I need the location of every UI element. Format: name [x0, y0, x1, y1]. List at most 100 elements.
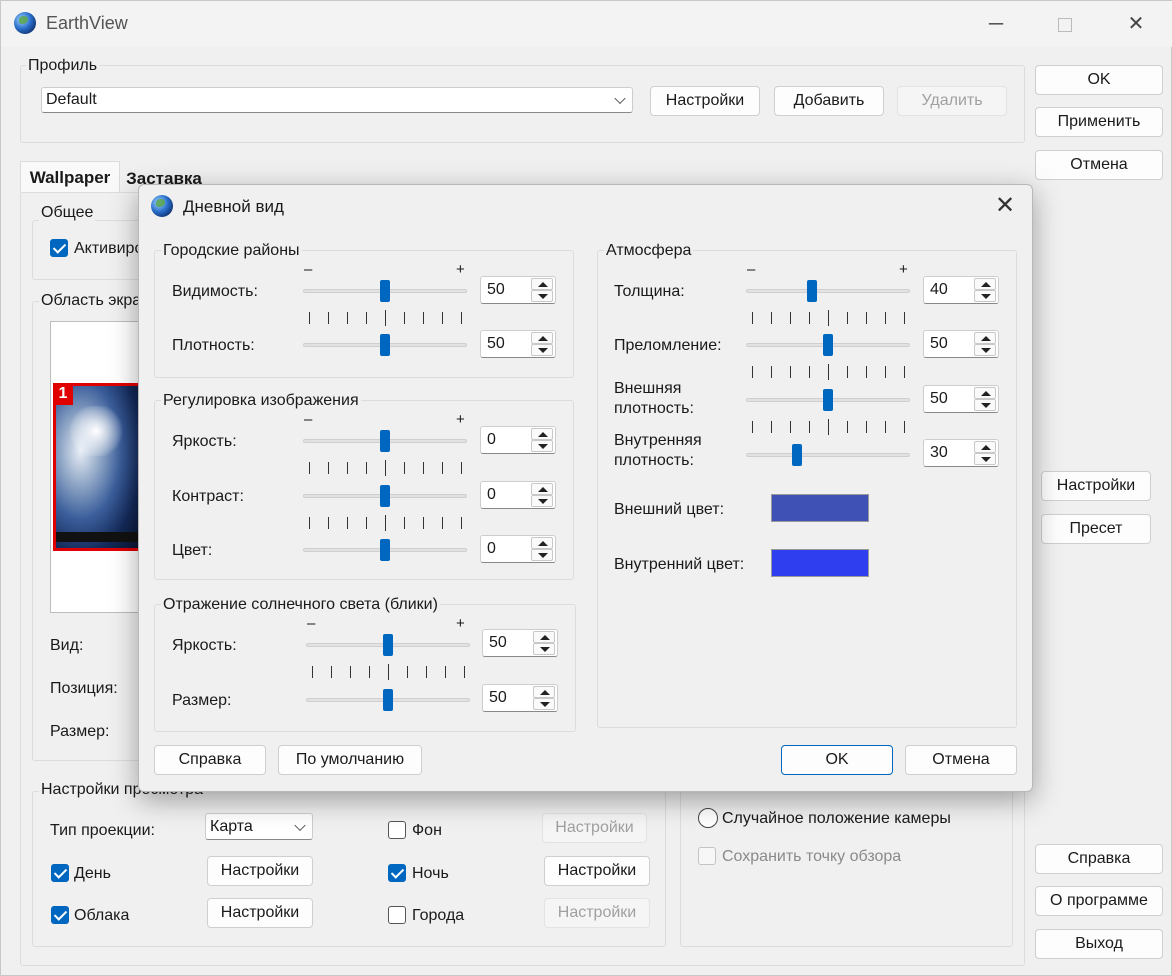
brightness-ticks	[303, 460, 467, 476]
maximize-icon[interactable]	[1042, 9, 1088, 39]
visibility-spinbox[interactable]: 50	[480, 276, 556, 304]
spin-up-icon[interactable]	[531, 483, 553, 495]
profile-add-button[interactable]: Добавить	[774, 86, 884, 116]
slider-thumb[interactable]	[823, 334, 833, 356]
spin-up-icon[interactable]	[531, 428, 553, 440]
slider-thumb[interactable]	[380, 430, 390, 452]
spin-up-icon[interactable]	[531, 332, 553, 344]
outer-color-swatch[interactable]	[771, 494, 869, 522]
spin-up-icon[interactable]	[531, 537, 553, 549]
spin-down-icon[interactable]	[531, 290, 553, 302]
brightness-label: Яркость:	[172, 433, 237, 450]
monitor-earth-image[interactable]	[53, 383, 141, 551]
cancel-button[interactable]: Отмена	[1035, 150, 1163, 180]
tick-mark	[809, 312, 810, 324]
spin-down-icon[interactable]	[974, 399, 996, 411]
inner-density-slider[interactable]	[746, 444, 910, 466]
save-view-checkbox[interactable]	[698, 847, 716, 865]
projection-combo[interactable]: Карта	[205, 813, 313, 840]
apply-button[interactable]: Применить	[1035, 107, 1163, 137]
spin-up-icon[interactable]	[974, 278, 996, 290]
visibility-slider[interactable]	[303, 280, 467, 302]
density-slider[interactable]	[303, 334, 467, 356]
exit-button[interactable]: Выход	[1035, 929, 1163, 959]
density-spinbox[interactable]: 50	[480, 330, 556, 358]
close-icon[interactable]: ✕	[1113, 9, 1159, 39]
slider-thumb[interactable]	[383, 634, 393, 656]
brightness-spinbox[interactable]: 0	[480, 426, 556, 454]
inner-density-spinbox[interactable]: 30	[923, 439, 999, 467]
thickness-slider[interactable]	[746, 280, 910, 302]
spin-down-icon[interactable]	[974, 344, 996, 356]
slider-thumb[interactable]	[383, 689, 393, 711]
night-checkbox[interactable]	[388, 864, 406, 882]
slider-thumb[interactable]	[792, 444, 802, 466]
background-checkbox[interactable]	[388, 821, 406, 839]
tick-mark	[350, 666, 351, 678]
dialog-close-icon[interactable]: ✕	[990, 191, 1020, 221]
spin-up-icon[interactable]	[974, 387, 996, 399]
refraction-spinbox[interactable]: 50	[923, 330, 999, 358]
help-button[interactable]: Справка	[1035, 844, 1163, 874]
activate-checkbox[interactable]	[50, 239, 68, 257]
contrast-spinbox[interactable]: 0	[480, 481, 556, 509]
slider-thumb[interactable]	[823, 389, 833, 411]
contrast-slider[interactable]	[303, 485, 467, 507]
day-settings-button[interactable]: Настройки	[207, 856, 313, 886]
spin-down-icon[interactable]	[531, 344, 553, 356]
slider-thumb[interactable]	[380, 485, 390, 507]
profile-combo[interactable]: Default	[41, 87, 633, 113]
clouds-settings-button[interactable]: Настройки	[207, 898, 313, 928]
tab-wallpaper[interactable]: Wallpaper	[20, 161, 120, 193]
brightness-slider[interactable]	[303, 430, 467, 452]
profile-settings-button[interactable]: Настройки	[650, 86, 760, 116]
cities-checkbox[interactable]	[388, 906, 406, 924]
sun-brightness-spinbox[interactable]: 50	[482, 629, 558, 657]
sun-size-spinbox[interactable]: 50	[482, 684, 558, 712]
tick-mark	[388, 664, 389, 680]
clouds-checkbox[interactable]	[51, 906, 69, 924]
random-camera-radio[interactable]	[698, 808, 718, 828]
thickness-spinbox[interactable]: 40	[923, 276, 999, 304]
minimize-icon[interactable]: ─	[973, 9, 1019, 39]
slider-thumb[interactable]	[380, 280, 390, 302]
outer-density-spinbox[interactable]: 50	[923, 385, 999, 413]
spin-down-icon[interactable]	[531, 440, 553, 452]
spin-up-icon[interactable]	[533, 686, 555, 698]
refraction-slider[interactable]	[746, 334, 910, 356]
sun-brightness-slider[interactable]	[306, 634, 470, 656]
spin-down-icon[interactable]	[533, 698, 555, 710]
spin-up-icon[interactable]	[531, 278, 553, 290]
background-settings-button[interactable]: Настройки	[542, 813, 647, 843]
spin-down-icon[interactable]	[974, 453, 996, 465]
inner-density-value: 30	[930, 444, 948, 461]
dialog-cancel-button[interactable]: Отмена	[905, 745, 1017, 775]
color-spinbox[interactable]: 0	[480, 535, 556, 563]
dialog-help-button[interactable]: Справка	[154, 745, 266, 775]
profile-delete-button[interactable]: Удалить	[897, 86, 1007, 116]
inner-color-swatch[interactable]	[771, 549, 869, 577]
about-button[interactable]: О программе	[1035, 886, 1163, 916]
dialog-ok-button[interactable]: OK	[781, 745, 893, 775]
spin-up-icon[interactable]	[974, 332, 996, 344]
sun-size-slider[interactable]	[306, 689, 470, 711]
spin-down-icon[interactable]	[974, 290, 996, 302]
slider-thumb[interactable]	[380, 539, 390, 561]
camera-settings-button[interactable]: Настройки	[1041, 471, 1151, 501]
spin-down-icon[interactable]	[531, 495, 553, 507]
spin-down-icon[interactable]	[533, 643, 555, 655]
dialog-defaults-button[interactable]: По умолчанию	[278, 745, 422, 775]
slider-thumb[interactable]	[380, 334, 390, 356]
night-settings-button[interactable]: Настройки	[544, 856, 650, 886]
day-checkbox[interactable]	[51, 864, 69, 882]
color-slider[interactable]	[303, 539, 467, 561]
tick-mark	[904, 312, 905, 324]
cities-settings-button[interactable]: Настройки	[544, 898, 650, 928]
spin-down-icon[interactable]	[531, 549, 553, 561]
slider-thumb[interactable]	[807, 280, 817, 302]
spin-up-icon[interactable]	[974, 441, 996, 453]
outer-density-slider[interactable]	[746, 389, 910, 411]
preset-button[interactable]: Пресет	[1041, 514, 1151, 544]
ok-button[interactable]: OK	[1035, 65, 1163, 95]
spin-up-icon[interactable]	[533, 631, 555, 643]
